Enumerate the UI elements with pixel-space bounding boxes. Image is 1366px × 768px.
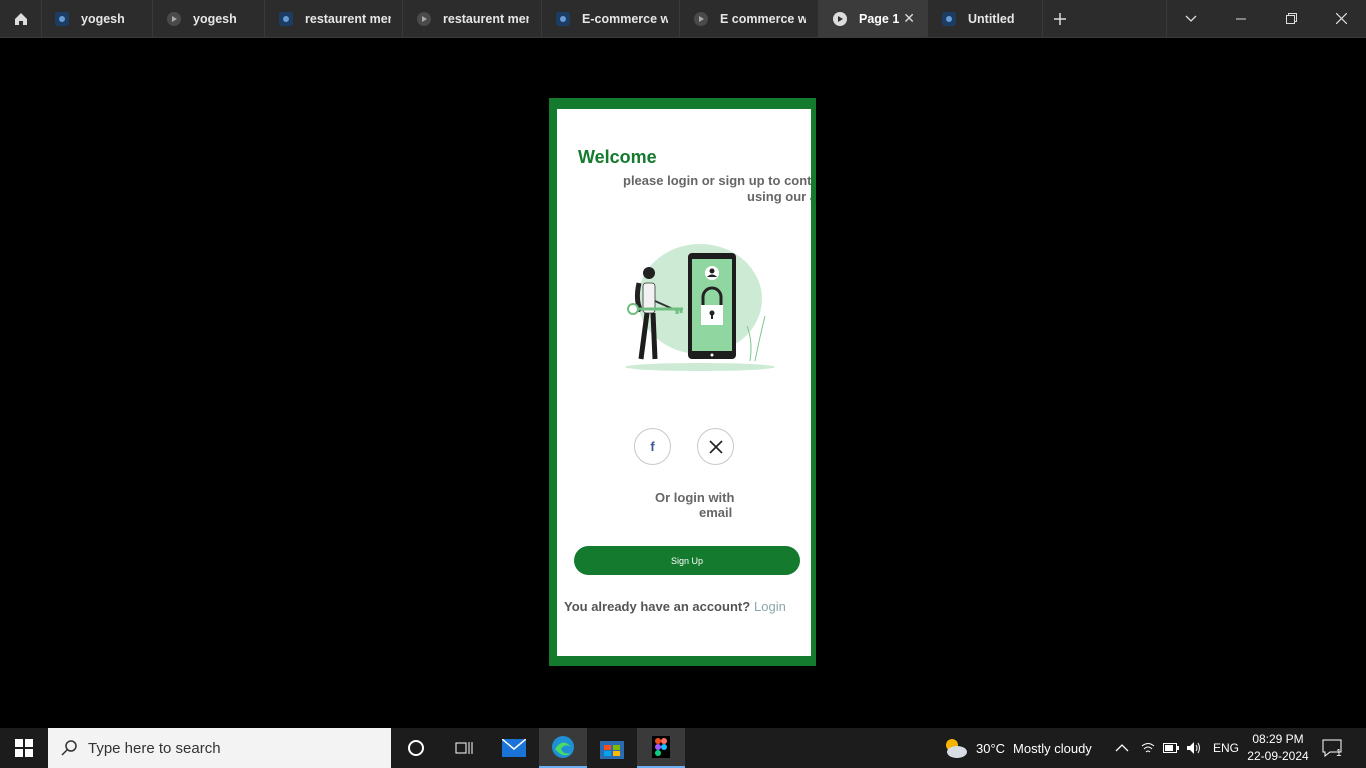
start-button[interactable] [0,728,48,768]
clock-time: 08:29 PM [1252,732,1304,746]
tab-yogesh-prototype[interactable]: yogesh [153,0,265,37]
tab-label: E commerce website [720,11,806,26]
cloudy-weather-icon [946,739,967,758]
tab-label: Untitled [968,11,1015,26]
tab-restaurent-menu-prototype[interactable]: restaurent menu [403,0,542,37]
figma-app[interactable] [637,728,685,768]
store-icon [600,741,624,759]
notification-center-button[interactable]: 1 [1322,728,1342,768]
tab-page-1[interactable]: Page 1 ✕ [819,0,928,37]
input-language[interactable]: ENG [1213,728,1239,768]
sign-up-button[interactable]: Sign Up [574,546,800,575]
play-icon [417,11,431,26]
weather-widget[interactable]: 30°C Mostly cloudy [942,728,1092,768]
search-icon [61,740,77,756]
tab-label: yogesh [81,11,125,26]
or-login-line-1: Or login with [655,490,735,505]
facebook-icon: f [650,439,655,454]
figma-file-icon [556,11,570,26]
windows-icon [15,739,33,757]
edge-icon [552,736,574,758]
tab-label: restaurent menu [305,11,391,26]
close-icon [1335,13,1347,24]
chevron-down-icon [1185,15,1197,22]
task-view-button[interactable] [440,728,488,768]
figma-icon [652,736,670,758]
taskbar: Type here to search 30°C Mostly cloudy E… [0,728,1366,768]
tab-label: yogesh [193,11,237,26]
figma-file-icon [55,11,69,26]
tab-untitled[interactable]: Untitled [928,0,1043,37]
mail-icon [502,739,526,757]
figma-file-icon [279,11,293,26]
play-icon [167,11,181,26]
weather-description: Mostly cloudy [1013,740,1092,756]
wifi-icon [1141,743,1155,753]
tab-ecommerce-prototype[interactable]: E commerce website [680,0,819,37]
task-view-icon [455,742,473,754]
x-logo-icon [708,439,723,454]
clock-date: 22-09-2024 [1247,749,1309,763]
tab-list-button[interactable] [1166,0,1215,37]
new-tab-button[interactable] [1036,0,1084,37]
store-app[interactable] [588,728,636,768]
or-login-line-2: email [699,505,733,520]
welcome-heading: Welcome [578,147,657,167]
tab-label: restaurent menu [443,11,529,26]
minimize-button[interactable] [1217,0,1265,37]
subtitle-line-2: using our app [747,189,811,204]
clock[interactable]: 08:29 PM 22-09-2024 [1246,728,1310,768]
battery-status[interactable] [1163,728,1179,768]
restore-button[interactable] [1267,0,1315,37]
tab-yogesh-file[interactable]: yogesh [41,0,153,37]
login-link[interactable]: Login [754,599,786,614]
x-login-button[interactable] [697,428,734,465]
weather-temperature: 30°C [976,740,1006,756]
tab-bar: yogesh yogesh restaurent menu restaurent… [0,0,1366,38]
restore-icon [1285,13,1297,24]
edge-app[interactable] [539,728,587,768]
play-icon [833,11,847,26]
mail-app[interactable] [490,728,538,768]
subtitle-line-1: please login or sign up to continue [623,173,811,188]
close-window-button[interactable] [1317,0,1365,37]
chevron-up-icon [1115,744,1129,752]
battery-icon [1163,743,1179,753]
login-screen: Welcome please login or sign up to conti… [557,109,811,656]
network-status[interactable] [1140,728,1156,768]
prototype-frame: Welcome please login or sign up to conti… [549,98,816,666]
close-tab-icon[interactable]: ✕ [903,10,915,27]
tab-label: E-commerce website [582,11,668,26]
notification-count: 1 [1336,747,1342,759]
tab-restaurent-menu-file[interactable]: restaurent menu [265,0,403,37]
already-account-text: You already have an account? [564,599,751,614]
minimize-icon [1236,18,1246,19]
volume-control[interactable] [1186,728,1202,768]
speaker-icon [1187,742,1200,754]
tab-label: Page 1 [859,11,900,26]
lock-illustration [625,244,775,371]
figma-file-icon [942,11,956,26]
taskbar-search-box[interactable]: Type here to search [48,728,391,768]
facebook-login-button[interactable]: f [634,428,671,465]
cortana-icon [408,740,424,756]
home-icon [14,12,27,25]
search-placeholder: Type here to search [88,739,221,757]
cortana-button[interactable] [392,728,440,768]
play-icon [694,11,708,26]
plus-icon [1054,12,1066,25]
tab-ecommerce-file[interactable]: E-commerce website [542,0,680,37]
home-button[interactable] [0,0,42,37]
show-hidden-icons-button[interactable] [1115,728,1129,768]
